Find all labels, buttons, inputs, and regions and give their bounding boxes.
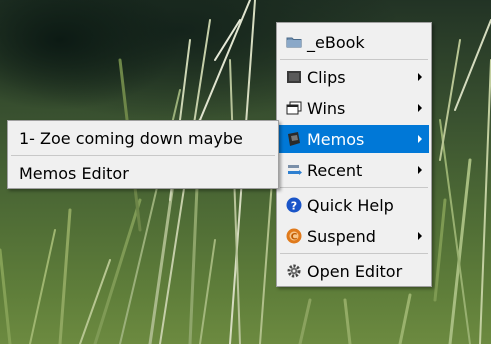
submenu-arrow-icon — [418, 135, 422, 143]
separator — [280, 253, 428, 254]
memos-icon — [286, 131, 302, 147]
menu-item-clips[interactable]: Clips — [279, 63, 429, 91]
submenu-arrow-icon — [418, 73, 422, 81]
tray-context-menu: _eBook Clips Wins Memos Recent ? Quick H… — [276, 22, 432, 287]
menu-item-open-editor[interactable]: Open Editor — [279, 257, 429, 285]
menu-item-memos[interactable]: Memos — [279, 125, 429, 153]
submenu-arrow-icon — [418, 104, 422, 112]
menu-item-recent[interactable]: Recent — [279, 156, 429, 184]
menu-item-ebook[interactable]: _eBook — [279, 28, 429, 56]
menu-item-suspend[interactable]: C Suspend — [279, 222, 429, 250]
menu-item-quick-help[interactable]: ? Quick Help — [279, 191, 429, 219]
separator — [280, 187, 428, 188]
windows-icon — [286, 100, 302, 116]
recent-icon — [286, 162, 302, 178]
svg-text:C: C — [291, 233, 298, 243]
submenu-arrow-icon — [418, 232, 422, 240]
suspend-icon: C — [286, 228, 302, 244]
memos-submenu: 1- Zoe coming down maybe Memos Editor — [7, 120, 279, 189]
memo-item[interactable]: 1- Zoe coming down maybe — [10, 124, 276, 152]
svg-text:?: ? — [291, 200, 297, 213]
separator — [11, 155, 275, 156]
clips-icon — [286, 69, 302, 85]
folder-icon — [286, 34, 302, 50]
memos-editor-item[interactable]: Memos Editor — [10, 159, 276, 187]
gear-icon — [286, 263, 302, 279]
menu-item-wins[interactable]: Wins — [279, 94, 429, 122]
submenu-arrow-icon — [418, 166, 422, 174]
help-icon: ? — [286, 197, 302, 213]
separator — [280, 59, 428, 60]
